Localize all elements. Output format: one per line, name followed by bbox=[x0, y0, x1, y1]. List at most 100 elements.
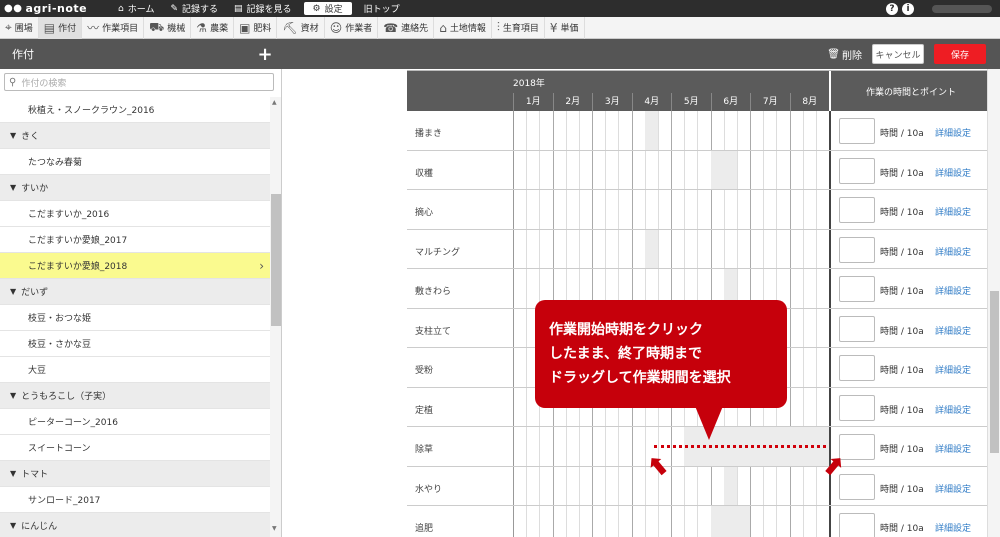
logo[interactable]: ●● agri-note bbox=[0, 2, 110, 15]
detail-settings-link[interactable]: 詳細設定 bbox=[935, 482, 971, 495]
hours-input[interactable] bbox=[839, 157, 875, 184]
hours-input[interactable] bbox=[839, 276, 875, 302]
save-button[interactable]: 保存 bbox=[934, 44, 986, 64]
hours-input[interactable] bbox=[839, 236, 875, 263]
hours-input[interactable] bbox=[839, 118, 875, 144]
task-name: 受粉 bbox=[415, 366, 434, 376]
tab-planting[interactable]: ▤ 作付 bbox=[38, 16, 83, 39]
delete-button[interactable]: 🗑 削除 bbox=[827, 47, 862, 62]
tab-contacts[interactable]: ☎ 連絡先 bbox=[378, 16, 435, 39]
detail-settings-link[interactable]: 詳細設定 bbox=[935, 324, 971, 337]
detail-settings-link[interactable]: 詳細設定 bbox=[935, 363, 971, 376]
search-input[interactable]: ⚲ 作付の検索 bbox=[4, 73, 274, 91]
list-item-label: スイートコーン bbox=[28, 444, 91, 454]
tab-growth-items[interactable]: ⫶ 生育項目 bbox=[492, 16, 545, 39]
month-header: 7月 bbox=[750, 93, 790, 111]
tab-pesticides[interactable]: ⚗ 農薬 bbox=[191, 16, 235, 39]
year-label: 2018年 bbox=[513, 79, 545, 89]
planting-item[interactable]: こだますいか愛娘_2017 bbox=[0, 227, 270, 253]
planting-item[interactable]: 枝豆・おつな姫 bbox=[0, 305, 270, 331]
planting-item[interactable]: 秋植え・スノークラウン_2016 bbox=[0, 97, 270, 123]
growth-icon: ⫶ bbox=[496, 20, 500, 34]
tab-machines[interactable]: ⛟ 機械 bbox=[144, 16, 192, 39]
task-name: 定植 bbox=[415, 405, 434, 416]
help-icon[interactable]: ? bbox=[886, 2, 898, 15]
planting-item[interactable]: こだますいか愛娘_2018 › bbox=[0, 253, 270, 279]
tab-field[interactable]: ⌖ 圃場 bbox=[0, 16, 39, 39]
task-period[interactable] bbox=[644, 229, 658, 269]
hours-input[interactable] bbox=[839, 473, 875, 500]
crop-category[interactable]: ▼ きく bbox=[0, 123, 270, 149]
user-name-redacted[interactable] bbox=[932, 4, 992, 13]
detail-settings-link[interactable]: 詳細設定 bbox=[935, 166, 971, 179]
gear-icon: ⚙ bbox=[312, 3, 321, 14]
nav-settings[interactable]: ⚙ 設定 bbox=[303, 2, 352, 15]
tab-land-info[interactable]: ⌂ 土地情報 bbox=[434, 16, 492, 39]
hours-input[interactable] bbox=[839, 513, 875, 537]
hours-input[interactable] bbox=[839, 394, 875, 421]
task-name: 収穫 bbox=[415, 168, 434, 179]
scroll-down-icon[interactable]: ▼ bbox=[272, 525, 277, 532]
planting-item[interactable]: たつなみ春菊 bbox=[0, 149, 270, 175]
crop-category[interactable]: ▼ とうもろこし（子実） bbox=[0, 383, 270, 409]
tab-workers[interactable]: ☺ 作業者 bbox=[325, 16, 379, 39]
row-divider bbox=[407, 268, 987, 269]
detail-settings-link[interactable]: 詳細設定 bbox=[935, 245, 971, 258]
caret-down-icon: ▼ bbox=[10, 183, 17, 192]
sidebar-scroll-thumb[interactable] bbox=[271, 194, 281, 326]
tab-work-items[interactable]: 〰作業項目 bbox=[82, 16, 145, 39]
top-nav: ⌂ ホーム ✎ 記録する ▤ 記録を見る ⚙ 設定 旧トップ bbox=[110, 0, 408, 17]
tab-materials[interactable]: ⛏ 資材 bbox=[277, 16, 325, 39]
list-item-label: たつなみ春菊 bbox=[28, 158, 83, 168]
hours-input[interactable] bbox=[839, 197, 875, 223]
caret-down-icon: ▼ bbox=[10, 391, 17, 400]
list-item-label: すいか bbox=[21, 184, 49, 194]
crop-category[interactable]: ▼ トマト bbox=[0, 461, 270, 487]
schedule-table: 2018年 1月 2月 3月 4月 5月 6月 7月 8月 作業の時間とポイント 播まき 時間 … bbox=[407, 70, 987, 537]
hours-input[interactable] bbox=[839, 315, 875, 342]
detail-settings-link[interactable]: 詳細設定 bbox=[935, 205, 971, 218]
task-period[interactable] bbox=[710, 506, 750, 537]
hours-unit: 時間 / 10a bbox=[880, 326, 924, 337]
planting-item[interactable]: こだますいか_2016 bbox=[0, 201, 270, 227]
hours-unit: 時間 / 10a bbox=[880, 129, 924, 139]
scroll-up-icon[interactable]: ▲ bbox=[272, 99, 277, 106]
main-scrollbar[interactable] bbox=[987, 69, 1000, 537]
task-period[interactable] bbox=[644, 111, 658, 151]
planting-item[interactable]: 枝豆・さかな豆 bbox=[0, 331, 270, 357]
planting-item[interactable]: ピーターコーン_2016 bbox=[0, 409, 270, 435]
crop-category[interactable]: ▼ すいか bbox=[0, 175, 270, 201]
callout-tail bbox=[695, 406, 723, 440]
detail-settings-link[interactable]: 詳細設定 bbox=[935, 521, 971, 534]
hours-unit: 時間 / 10a bbox=[880, 445, 924, 455]
drag-range-dotted-line bbox=[654, 445, 826, 448]
detail-settings-link[interactable]: 詳細設定 bbox=[935, 442, 971, 455]
nav-home[interactable]: ⌂ ホーム bbox=[110, 0, 162, 17]
detail-settings-link[interactable]: 詳細設定 bbox=[935, 403, 971, 416]
planting-item[interactable]: スイートコーン bbox=[0, 435, 270, 461]
hours-unit: 時間 / 10a bbox=[880, 524, 924, 534]
main-scroll-thumb[interactable] bbox=[990, 291, 999, 453]
nav-old-top[interactable]: 旧トップ bbox=[356, 0, 408, 17]
wheelbarrow-icon: ⛏ bbox=[282, 20, 298, 35]
planting-item[interactable]: 大豆 bbox=[0, 357, 270, 383]
task-period[interactable] bbox=[710, 150, 737, 190]
detail-settings-link[interactable]: 詳細設定 bbox=[935, 126, 971, 139]
hours-input[interactable] bbox=[839, 355, 875, 381]
info-icon[interactable]: i bbox=[902, 2, 914, 15]
search-placeholder: 作付の検索 bbox=[21, 78, 67, 89]
task-period[interactable] bbox=[723, 466, 737, 506]
add-button[interactable]: + bbox=[255, 44, 275, 65]
nav-view[interactable]: ▤ 記録を見る bbox=[226, 0, 300, 17]
sidebar-scrollbar[interactable]: ▲ ▼ bbox=[270, 97, 281, 537]
crop-category[interactable]: ▼ だいず bbox=[0, 279, 270, 305]
cancel-button[interactable]: キャンセル bbox=[872, 44, 924, 64]
nav-record[interactable]: ✎ 記録する bbox=[162, 0, 226, 17]
tab-unit-price[interactable]: ¥ 単価 bbox=[545, 16, 585, 39]
detail-settings-link[interactable]: 詳細設定 bbox=[935, 284, 971, 297]
crop-category[interactable]: ▼ にんじん bbox=[0, 513, 270, 537]
tab-fertilizer[interactable]: ▣ 肥料 bbox=[234, 16, 278, 39]
planting-item[interactable]: サンロード_2017 bbox=[0, 487, 270, 513]
top-bar: ●● agri-note ⌂ ホーム ✎ 記録する ▤ 記録を見る ⚙ 設定 旧トップ … bbox=[0, 0, 1000, 17]
hours-unit: 時間 / 10a bbox=[880, 366, 924, 376]
